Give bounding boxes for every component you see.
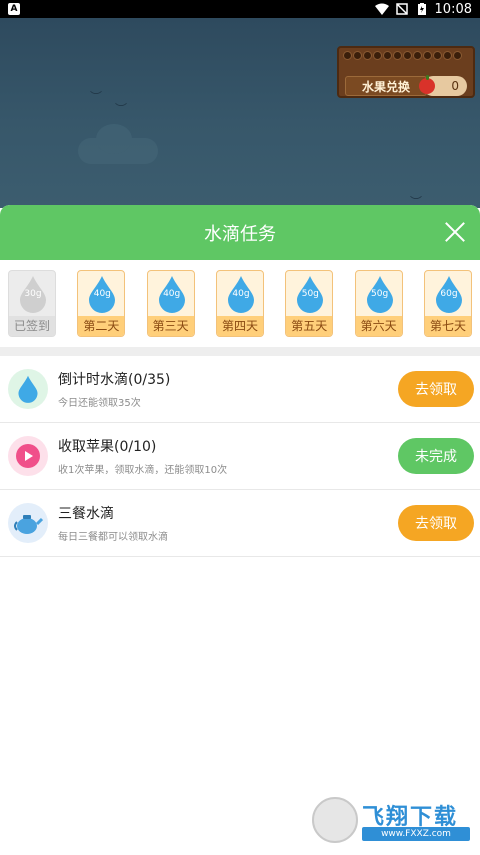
day-card-7[interactable]: 60g 第七天 [423,270,472,337]
day-label: 第四天 [216,316,263,336]
day-label: 第七天 [424,316,471,336]
task-row-countdown-water: 倒计时水滴(0/35) 今日还能领取35次 去领取 [0,356,480,423]
close-icon[interactable] [442,219,468,245]
watermark-emblem-icon [312,797,358,843]
fruit-exchange-label[interactable]: 水果兑换 [345,76,427,96]
clock: 10:08 [434,1,472,17]
day-amount: 60g [440,289,458,299]
incomplete-button[interactable]: 未完成 [398,438,474,474]
claim-button[interactable]: 去领取 [398,371,474,407]
day-card-4[interactable]: 40g 第四天 [215,270,264,337]
task-text: 三餐水滴 每日三餐都可以领取水滴 [58,503,398,543]
fruit-exchange-box[interactable]: 水果兑换 0 [337,46,475,98]
wifi-icon [374,3,389,15]
day-label: 第六天 [355,316,402,336]
game-background: ︶ ︶ ︶ 水果兑换 0 [0,18,480,208]
day-card-6[interactable]: 50g 第六天 [354,270,403,337]
day-card-3[interactable]: 40g 第三天 [146,270,195,337]
task-icon-container [8,503,48,543]
watermark-logo: 飞翔下载 www.FXXZ.com [312,795,472,845]
day-amount: 50g [371,289,389,299]
task-title: 倒计时水滴(0/35) [58,372,171,388]
day-card-1[interactable]: 30g 已签到 [8,270,56,337]
task-row-three-meals: 三餐水滴 每日三餐都可以领取水滴 去领取 [0,490,480,557]
day-amount: 30g [24,289,42,299]
water-drop-icon [18,375,38,403]
play-icon [16,444,40,468]
water-task-sheet: 水滴任务 30g 已签到 40g 第二天 40g 第三天 40g 第四天 50g… [0,205,480,855]
task-text: 收取苹果(0/10) 收1次苹果，领取水滴，还能领取10次 [58,436,398,476]
app-notification-icon: A [8,3,20,15]
status-bar: A 10:08 [0,0,480,18]
task-row-collect-apples: 收取苹果(0/10) 收1次苹果，领取水滴，还能领取10次 未完成 [0,423,480,490]
task-title: 三餐水滴 [58,506,114,522]
fruit-count: 0 [419,75,467,96]
fruit-beads [339,48,473,60]
watermark-url: www.FXXZ.com [362,827,470,841]
day-amount: 50g [301,289,319,299]
day-label: 第三天 [147,316,194,336]
check-in-days: 30g 已签到 40g 第二天 40g 第三天 40g 第四天 50g 第五天 … [0,260,480,347]
fruit-count-value: 0 [451,79,459,93]
task-description: 每日三餐都可以领取水滴 [58,532,168,543]
day-card-2[interactable]: 40g 第二天 [77,270,126,337]
task-description: 收1次苹果，领取水滴，还能领取10次 [58,465,228,476]
cloud-shape [78,124,158,164]
battery-icon [417,3,426,15]
day-amount: 40g [232,289,250,299]
apple-icon [419,75,435,94]
no-signal-icon [395,3,408,15]
claim-button[interactable]: 去领取 [398,505,474,541]
bird-icon: ︶ [90,90,103,104]
teapot-icon [14,515,43,534]
sheet-header: 水滴任务 [0,205,480,260]
day-amount: 40g [163,289,181,299]
day-label: 已签到 [9,316,55,336]
task-icon-container [8,369,48,409]
day-card-5[interactable]: 50g 第五天 [285,270,334,337]
task-text: 倒计时水滴(0/35) 今日还能领取35次 [58,369,398,409]
section-divider [0,347,480,356]
task-icon-container [8,436,48,476]
task-description: 今日还能领取35次 [58,398,141,409]
day-label: 第二天 [78,316,125,336]
day-label: 第五天 [286,316,333,336]
sheet-title: 水滴任务 [204,223,276,245]
day-amount: 40g [93,289,111,299]
bird-icon: ︶ [115,102,128,116]
task-title: 收取苹果(0/10) [58,439,157,455]
